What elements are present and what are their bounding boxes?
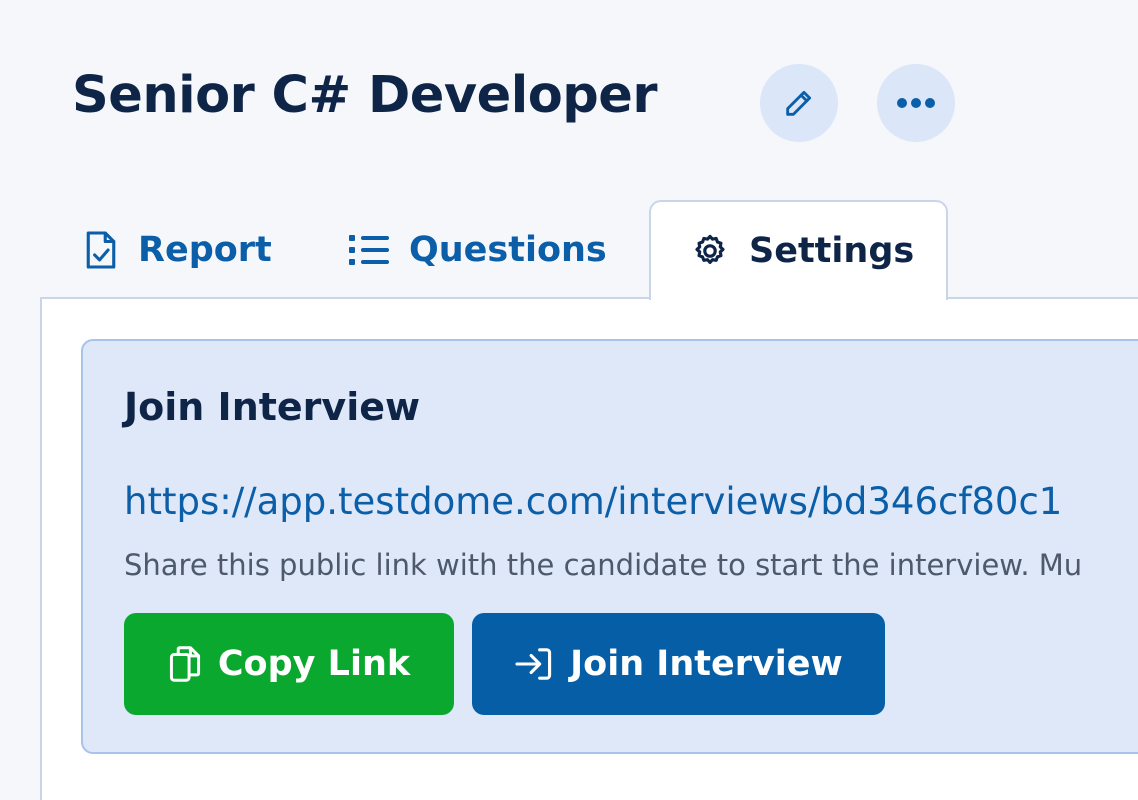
page: Senior C# Developer Report Questions Set… <box>0 0 1138 800</box>
tab-label: Report <box>138 230 272 270</box>
join-interview-button[interactable]: Join Interview <box>472 613 885 715</box>
tab-questions[interactable]: Questions <box>349 200 607 300</box>
pencil-icon <box>786 90 812 116</box>
join-interview-label: Join Interview <box>570 644 843 684</box>
gear-icon <box>695 234 725 264</box>
copy-icon <box>169 646 200 682</box>
tab-report[interactable]: Report <box>84 200 272 300</box>
interview-link[interactable]: https://app.testdome.com/interviews/bd34… <box>124 480 1062 523</box>
report-check-icon <box>86 231 116 269</box>
tab-label: Questions <box>409 230 607 270</box>
share-help-text: Share this public link with the candidat… <box>124 548 1083 582</box>
copy-link-button[interactable]: Copy Link <box>124 613 454 715</box>
page-title: Senior C# Developer <box>72 66 658 125</box>
join-interview-heading: Join Interview <box>124 385 421 429</box>
sign-in-arrow-icon <box>515 648 552 680</box>
list-icon <box>349 235 389 265</box>
edit-button[interactable] <box>760 64 838 142</box>
tab-label: Settings <box>749 231 915 271</box>
tab-settings[interactable]: Settings <box>649 200 948 300</box>
join-interview-card: Join Interview https://app.testdome.com/… <box>81 339 1138 754</box>
ellipsis-icon <box>897 98 935 108</box>
more-options-button[interactable] <box>877 64 955 142</box>
copy-link-label: Copy Link <box>217 644 411 684</box>
